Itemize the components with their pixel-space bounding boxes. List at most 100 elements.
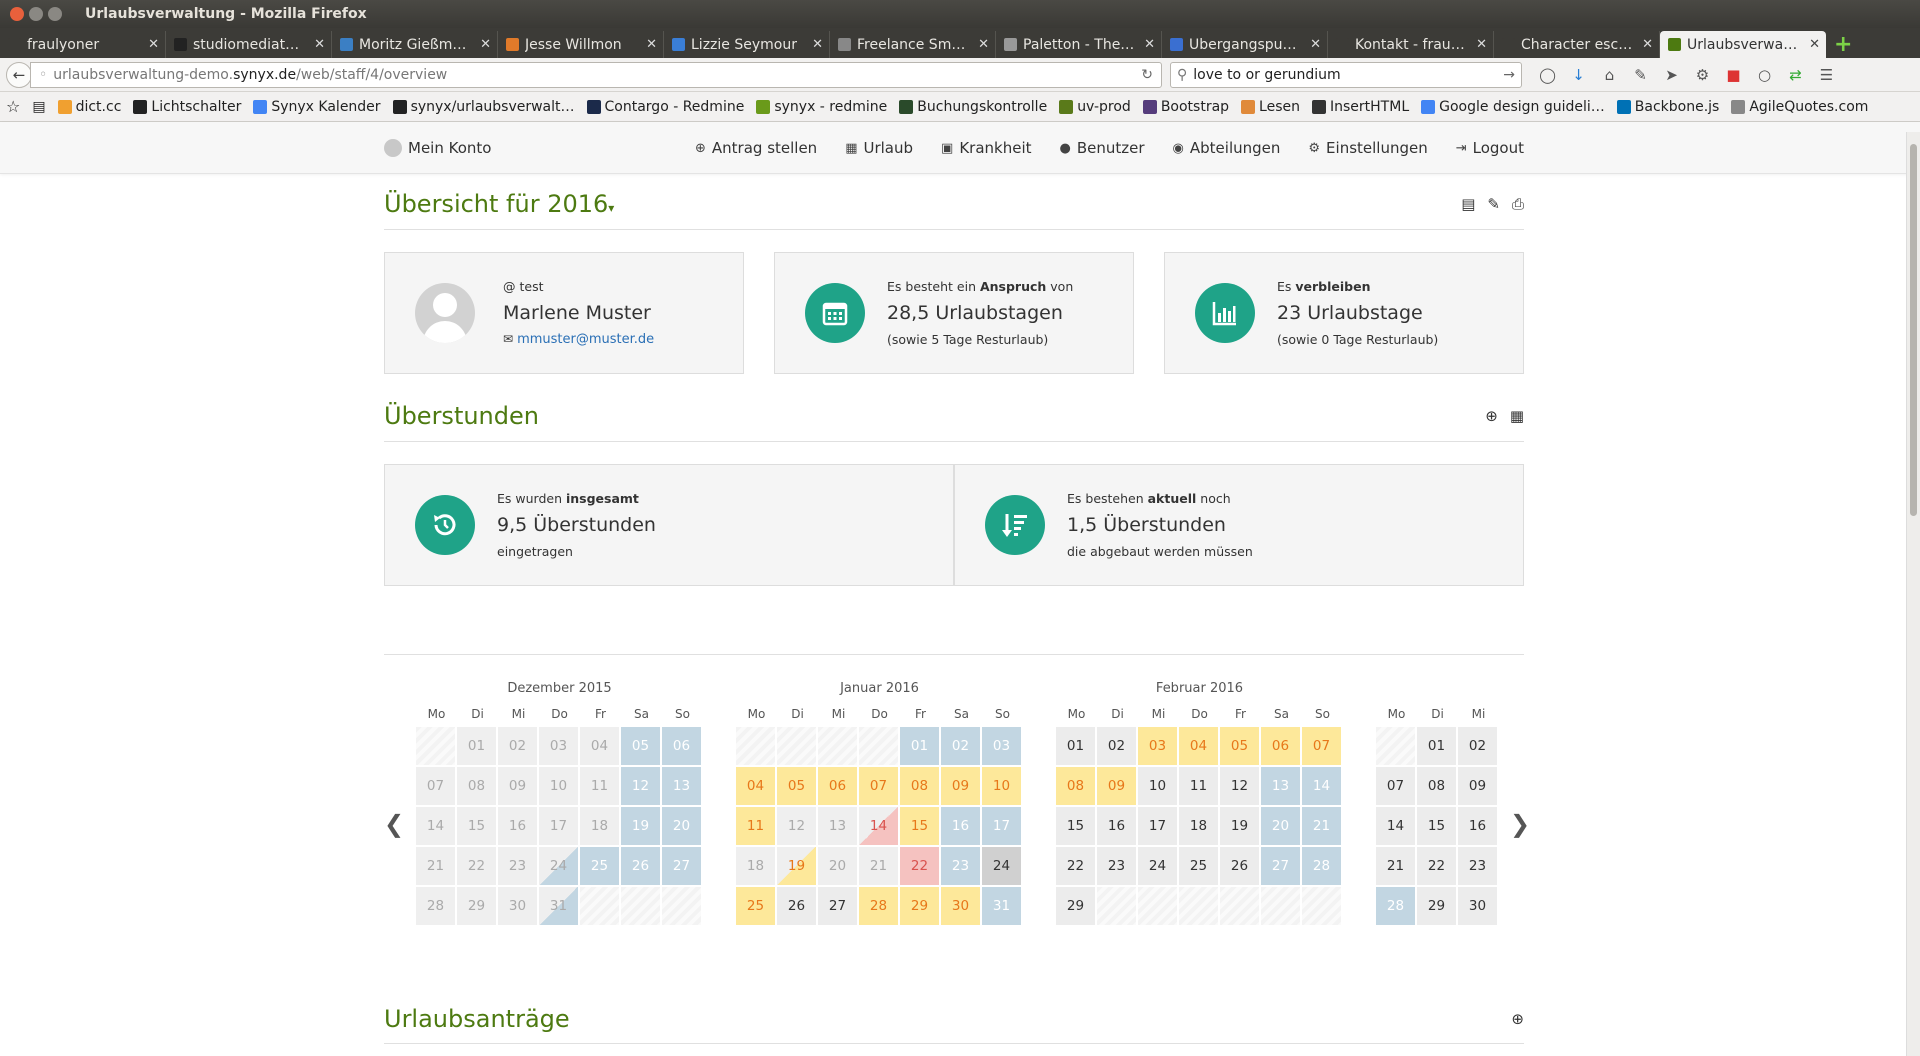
tab-close-icon[interactable]: ✕ — [1310, 37, 1321, 52]
calendar-day[interactable]: 15 — [900, 807, 939, 845]
browser-tab[interactable]: Jesse Willmon ✕ — [498, 31, 664, 58]
calendar-day[interactable]: 27 — [818, 887, 857, 925]
bookmark-item[interactable]: Lichtschalter — [133, 99, 241, 115]
tab-close-icon[interactable]: ✕ — [1809, 37, 1820, 52]
calendar-day[interactable]: 17 — [539, 807, 578, 845]
calendar-day[interactable]: 25 — [580, 847, 619, 885]
browser-tab[interactable]: Kontakt - frauho… ✕ — [1328, 31, 1494, 58]
calendar-day[interactable]: 03 — [539, 727, 578, 765]
browser-tab[interactable]: Lizzie Seymour ✕ — [664, 31, 830, 58]
new-tab-icon[interactable]: + — [1826, 31, 1860, 58]
calendar-day[interactable]: 16 — [1458, 807, 1497, 845]
window-close-button[interactable] — [10, 7, 24, 21]
window-minimize-button[interactable] — [29, 7, 43, 21]
calendar-day[interactable]: 13 — [818, 807, 857, 845]
calendar-day[interactable]: 09 — [1097, 767, 1136, 805]
calendar-day[interactable]: 17 — [982, 807, 1021, 845]
calendar-day[interactable]: 21 — [416, 847, 455, 885]
calendar-day[interactable]: 09 — [1458, 767, 1497, 805]
home-icon[interactable]: ⌂ — [1594, 66, 1625, 84]
calendar-day[interactable]: 26 — [621, 847, 660, 885]
calendar-day[interactable]: 12 — [1220, 767, 1259, 805]
print-icon[interactable]: ⎙ — [1512, 195, 1524, 213]
calendar-day[interactable]: 06 — [662, 727, 701, 765]
calendar-day[interactable]: 04 — [1179, 727, 1218, 765]
nav-item[interactable]: ⊕ Antrag stellen — [695, 139, 817, 157]
back-button[interactable]: ← — [6, 61, 32, 88]
calendar-day[interactable]: 28 — [859, 887, 898, 925]
calendar-day[interactable]: 23 — [1458, 847, 1497, 885]
calendar-day[interactable]: 17 — [1138, 807, 1177, 845]
tab-close-icon[interactable]: ✕ — [1144, 37, 1155, 52]
tab-close-icon[interactable]: ✕ — [978, 37, 989, 52]
calendar-day[interactable]: 29 — [900, 887, 939, 925]
bookmark-item[interactable]: AgileQuotes.com — [1731, 99, 1868, 115]
search-input[interactable]: love to or gerundium — [1193, 67, 1340, 83]
calendar-day[interactable]: 08 — [900, 767, 939, 805]
calendar-day[interactable]: 21 — [1376, 847, 1415, 885]
calendar-day[interactable]: 21 — [859, 847, 898, 885]
tab-close-icon[interactable]: ✕ — [646, 37, 657, 52]
list-view-icon[interactable]: ▤ — [1461, 195, 1475, 213]
bookmark-item[interactable]: Backbone.js — [1616, 99, 1719, 115]
account-link[interactable]: Mein Konto — [384, 122, 491, 174]
download-icon[interactable]: ↓ — [1563, 66, 1594, 84]
calendar-day[interactable]: 02 — [1458, 727, 1497, 765]
search-bar[interactable]: ⚲ love to or gerundium → — [1170, 61, 1522, 88]
pocket-icon[interactable]: ◯ — [1532, 66, 1563, 84]
calendar-day[interactable]: 18 — [1179, 807, 1218, 845]
sync-icon[interactable]: ⇄ — [1780, 66, 1811, 84]
reading-list-icon[interactable]: ▤ — [32, 99, 45, 115]
calendar-day[interactable]: 01 — [1417, 727, 1456, 765]
calendar-day[interactable]: 05 — [777, 767, 816, 805]
browser-tab[interactable]: Paletton - The… ✕ — [996, 31, 1162, 58]
calendar-day[interactable]: 27 — [662, 847, 701, 885]
calendar-day[interactable]: 24 — [1138, 847, 1177, 885]
calendar-day[interactable]: 30 — [941, 887, 980, 925]
calendar-day[interactable]: 07 — [1376, 767, 1415, 805]
menu-icon[interactable]: ☰ — [1811, 66, 1842, 84]
bookmark-star-icon[interactable]: ☆ — [6, 97, 20, 116]
bookmark-item[interactable]: Synyx Kalender — [253, 99, 381, 115]
calendar-day[interactable]: 30 — [1458, 887, 1497, 925]
scrollbar-thumb[interactable] — [1910, 144, 1917, 516]
calendar-day[interactable]: 09 — [498, 767, 537, 805]
calendar-day[interactable]: 16 — [498, 807, 537, 845]
bookmark-item[interactable]: uv-prod — [1059, 99, 1131, 115]
calendar-day[interactable]: 22 — [457, 847, 496, 885]
calendar-day[interactable]: 27 — [1261, 847, 1300, 885]
calendar-day[interactable]: 18 — [736, 847, 775, 885]
calendar-day[interactable]: 16 — [941, 807, 980, 845]
browser-tab[interactable]: Freelance Sm… ✕ — [830, 31, 996, 58]
calendar-day[interactable]: 19 — [621, 807, 660, 845]
calendar-day[interactable]: 03 — [982, 727, 1021, 765]
bookmark-item[interactable]: InsertHTML — [1312, 99, 1409, 115]
calendar-day[interactable]: 08 — [1417, 767, 1456, 805]
calendar-day[interactable]: 08 — [457, 767, 496, 805]
tab-close-icon[interactable]: ✕ — [480, 37, 491, 52]
browser-tab[interactable]: Moritz Gießm… ✕ — [332, 31, 498, 58]
calendar-day[interactable]: 15 — [457, 807, 496, 845]
calendar-day[interactable]: 10 — [1138, 767, 1177, 805]
calendar-day[interactable]: 24 — [539, 847, 578, 885]
calendar-day[interactable]: 25 — [1179, 847, 1218, 885]
calendar-day[interactable]: 11 — [736, 807, 775, 845]
calendar-day[interactable]: 15 — [1056, 807, 1095, 845]
user-email-link[interactable]: mmuster@muster.de — [517, 332, 654, 347]
calendar-day[interactable]: 12 — [777, 807, 816, 845]
window-maximize-button[interactable] — [48, 7, 62, 21]
calendar-day[interactable]: 05 — [1220, 727, 1259, 765]
tab-close-icon[interactable]: ✕ — [1642, 37, 1653, 52]
edit-icon[interactable]: ✎ — [1487, 195, 1500, 213]
calendar-day[interactable]: 31 — [982, 887, 1021, 925]
calendar-day[interactable]: 28 — [1376, 887, 1415, 925]
calendar-day[interactable]: 22 — [1056, 847, 1095, 885]
nav-item[interactable]: ⚙ Einstellungen — [1308, 139, 1427, 157]
tools-icon[interactable]: ✎ — [1625, 66, 1656, 84]
calendar-day[interactable]: 13 — [662, 767, 701, 805]
calendar-day[interactable]: 16 — [1097, 807, 1136, 845]
calendar-day[interactable]: 14 — [859, 807, 898, 845]
calendar-day[interactable]: 25 — [736, 887, 775, 925]
browser-tab[interactable]: Urlaubsverwa… ✕ — [1660, 31, 1826, 58]
bookmark-item[interactable]: synyx - redmine — [756, 99, 887, 115]
